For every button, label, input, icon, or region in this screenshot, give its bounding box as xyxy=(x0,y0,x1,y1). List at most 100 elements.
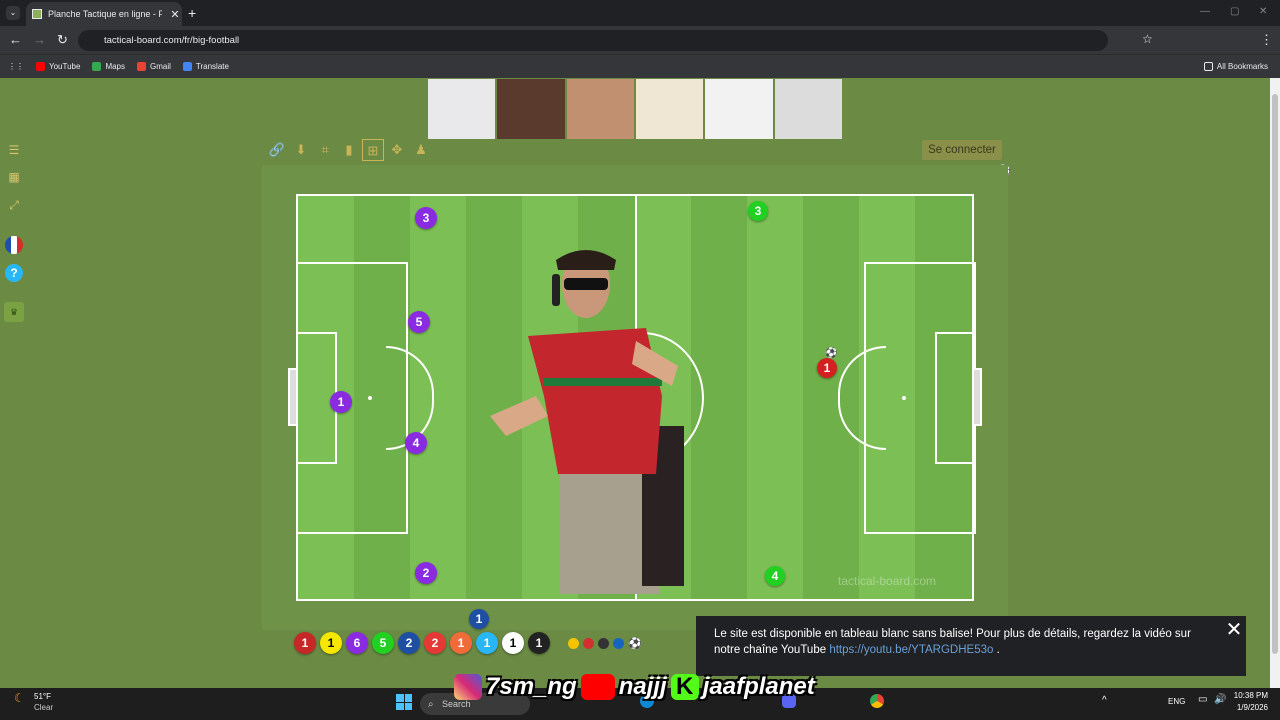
field-icon[interactable]: ⊞ xyxy=(362,139,384,161)
palette-chip[interactable]: 1 xyxy=(294,632,316,654)
tray-chevron-icon[interactable]: ^ xyxy=(1102,695,1107,706)
clock-time[interactable]: 10:38 PM xyxy=(1232,691,1268,700)
palette-dot[interactable] xyxy=(613,637,624,649)
ad-image-clothing[interactable] xyxy=(774,79,842,139)
ball-icon[interactable]: ⚽ xyxy=(825,348,837,359)
translate-icon xyxy=(182,62,192,71)
players-icon[interactable]: ♟ xyxy=(410,139,432,161)
palette-chip[interactable]: 1 xyxy=(502,632,524,654)
browser-tab[interactable]: Planche Tactique en ligne - Foo ✕ xyxy=(26,2,182,26)
maximize-icon[interactable]: ▢ xyxy=(1230,6,1239,17)
palette-chip-above[interactable]: 1 xyxy=(469,609,489,629)
player-token[interactable]: 3 xyxy=(748,201,768,221)
reload-icon[interactable]: ↻ xyxy=(57,32,68,48)
language-flag-icon[interactable] xyxy=(4,235,24,255)
login-button[interactable]: Se connecter xyxy=(922,140,1002,160)
favicon-icon xyxy=(32,9,42,19)
windows-start-icon[interactable] xyxy=(396,694,412,710)
bookmark-star-icon[interactable]: ☆ xyxy=(1142,32,1153,46)
gmail-icon xyxy=(137,62,146,71)
pro-crown-icon[interactable]: ♛ xyxy=(4,302,24,322)
penalty-spot-left xyxy=(368,396,372,400)
formation-icon[interactable]: ✥ xyxy=(386,139,408,161)
minimize-icon[interactable]: — xyxy=(1200,6,1210,17)
ad-image-sweater[interactable] xyxy=(635,79,704,139)
palette-chip[interactable]: 5 xyxy=(372,632,394,654)
palette-chip[interactable]: 6 xyxy=(346,632,368,654)
crop-icon[interactable]: ⌗ xyxy=(314,139,336,161)
all-bookmarks[interactable]: All Bookmarks xyxy=(1203,62,1268,71)
bookmark-icon[interactable]: ▮ xyxy=(338,139,360,161)
tab-search-button[interactable]: ⌄ xyxy=(6,6,20,20)
palette-dot[interactable] xyxy=(598,637,609,649)
language-indicator[interactable]: ENG xyxy=(1168,697,1185,706)
ad-image-tights[interactable] xyxy=(497,79,565,139)
help-icon[interactable]: ? xyxy=(4,263,24,283)
link-icon[interactable]: 🔗 xyxy=(266,139,288,161)
goal-left xyxy=(288,368,296,426)
palette-dot[interactable] xyxy=(583,637,594,649)
player-token[interactable]: 2 xyxy=(415,562,437,584)
palette-chip[interactable]: 1 xyxy=(450,632,472,654)
url-text: tactical-board.com/fr/big-football xyxy=(104,35,240,46)
scrollbar-thumb[interactable] xyxy=(1272,94,1278,654)
apps-icon[interactable]: ⋮⋮ xyxy=(8,62,24,71)
bookmarks-bar: ⋮⋮ YouTube Maps Gmail Translate All Book… xyxy=(0,54,1280,78)
scrollbar[interactable] xyxy=(1270,78,1280,688)
goal-right xyxy=(974,368,982,426)
kick-handle: jaafplanet xyxy=(702,673,815,700)
new-tab-button[interactable]: + xyxy=(188,5,196,21)
player-token[interactable]: 3 xyxy=(415,207,437,229)
search-icon: ⌕ xyxy=(428,698,434,710)
player-token[interactable]: 1 xyxy=(330,391,352,413)
ad-image-sneakers[interactable] xyxy=(428,79,496,139)
address-bar[interactable]: tactical-board.com/fr/big-football xyxy=(78,30,1108,51)
player-token[interactable]: 4 xyxy=(765,566,785,586)
palette-chip[interactable]: 1 xyxy=(320,632,342,654)
bookmark-youtube[interactable]: YouTube xyxy=(36,62,80,71)
network-icon[interactable]: ▭ xyxy=(1198,694,1207,705)
bookmark-translate[interactable]: Translate xyxy=(182,62,229,71)
back-icon[interactable]: ← xyxy=(9,32,22,47)
ad-image-toy-car[interactable] xyxy=(705,79,773,139)
palette-chip[interactable]: 1 xyxy=(528,632,550,654)
instagram-handle: 7sm_ng xyxy=(486,673,577,700)
player-token[interactable]: 4 xyxy=(405,432,427,454)
youtube-icon xyxy=(36,62,45,71)
ad-image-necklace[interactable] xyxy=(566,79,634,139)
clock-date[interactable]: 1/9/2026 xyxy=(1232,703,1268,712)
all-bookmarks-label: All Bookmarks xyxy=(1216,62,1268,71)
chrome-icon[interactable] xyxy=(870,694,884,708)
bookmark-label: Gmail xyxy=(150,62,171,71)
social-handles-overlay: 7sm_ng najjj K jaafplanet xyxy=(454,672,815,702)
browser-menu-icon[interactable]: ⋮ xyxy=(1260,32,1273,48)
menu-icon[interactable]: ☰ xyxy=(4,140,24,160)
bookmark-gmail[interactable]: Gmail xyxy=(137,62,171,71)
streamer-overlay-image xyxy=(486,246,691,594)
tab-title: Planche Tactique en ligne - Foo xyxy=(48,9,162,19)
fullscreen-icon[interactable]: ⤢ xyxy=(4,195,24,215)
notice-tail: . xyxy=(996,644,1000,656)
tab-close-icon[interactable]: ✕ xyxy=(168,8,182,21)
weather-icon[interactable]: ☾ xyxy=(14,691,25,705)
volume-icon[interactable]: 🔊 xyxy=(1214,694,1226,705)
notice-toast: Le site est disponible en tableau blanc … xyxy=(696,616,1246,676)
window-close-icon[interactable]: ✕ xyxy=(1259,6,1267,17)
player-token[interactable]: 5 xyxy=(408,311,430,333)
palette-dot[interactable] xyxy=(568,637,579,649)
notice-link[interactable]: https://youtu.be/YTARGDHE53o xyxy=(829,644,993,656)
palette-chip[interactable]: 2 xyxy=(398,632,420,654)
notice-close-icon[interactable]: ✕ xyxy=(1225,617,1243,642)
goal-box-right xyxy=(935,332,976,464)
board-layout-icon[interactable]: ▦ xyxy=(4,167,24,187)
player-token[interactable]: 1 xyxy=(817,358,837,378)
kick-icon: K xyxy=(670,674,699,700)
palette-chip[interactable]: 2 xyxy=(424,632,446,654)
bookmark-maps[interactable]: Maps xyxy=(92,62,125,71)
download-icon[interactable]: ⬇ xyxy=(290,139,312,161)
palette-chip[interactable]: 1 xyxy=(476,632,498,654)
ball-icon[interactable]: ⚽ xyxy=(628,637,642,650)
youtube-icon xyxy=(580,674,615,700)
ad-banner[interactable] xyxy=(428,79,842,139)
forward-icon[interactable]: → xyxy=(33,32,46,47)
